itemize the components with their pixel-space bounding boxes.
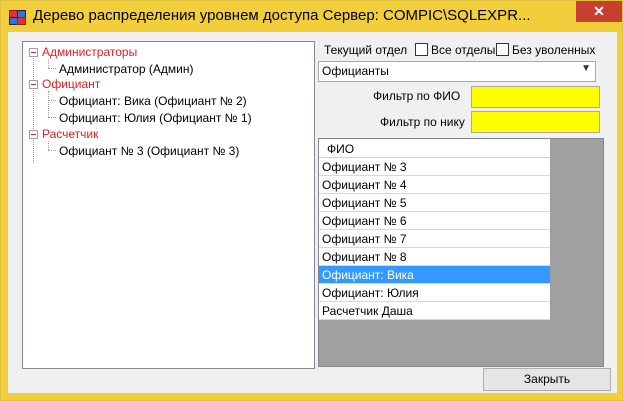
all-departments-label[interactable]: Все отделы (431, 43, 495, 57)
all-departments-checkbox[interactable] (415, 43, 428, 56)
tree-item[interactable]: Официант: Юлия (Официант № 1) (59, 111, 252, 125)
employees-grid[interactable]: ФИО Официант № 3 Официант № 4 Официант №… (318, 138, 604, 367)
chevron-down-icon[interactable]: ▼ (581, 63, 591, 74)
close-button[interactable]: Закрыть (483, 368, 611, 391)
app-icon (9, 10, 26, 25)
nick-filter-label: Фильтр по нику (380, 115, 465, 129)
grid-header-fio[interactable]: ФИО (319, 139, 550, 158)
without-fired-label[interactable]: Без уволенных (512, 43, 595, 57)
table-row[interactable]: Официант № 7 (319, 230, 550, 248)
department-select[interactable]: Официанты ▼ (318, 61, 596, 82)
collapse-icon[interactable] (29, 48, 38, 57)
department-select-value: Официанты (322, 64, 389, 78)
title-bar[interactable]: Дерево распределения уровнем доступа Сер… (1, 1, 622, 32)
nick-filter-input[interactable] (471, 111, 600, 133)
department-label: Текущий отдел (324, 43, 408, 57)
window-title: Дерево распределения уровнем доступа Сер… (33, 7, 531, 24)
fio-filter-label: Фильтр по ФИО (373, 89, 461, 103)
tree-item[interactable]: Официант № 3 (Официант № 3) (59, 144, 239, 158)
table-row-selected[interactable]: Официант: Вика (319, 266, 550, 284)
table-row[interactable]: Официант № 4 (319, 176, 550, 194)
table-row[interactable]: Официант № 3 (319, 158, 550, 176)
client-area: Администраторы Администратор (Админ) Офи… (8, 32, 617, 393)
table-row[interactable]: Официант: Юлия (319, 284, 550, 302)
tree-group-admins[interactable]: Администраторы (42, 45, 137, 59)
without-fired-checkbox[interactable] (496, 43, 509, 56)
table-row[interactable]: Официант № 5 (319, 194, 550, 212)
tree-group-waiters[interactable]: Официант (42, 77, 100, 91)
close-icon[interactable]: ✕ (576, 1, 622, 22)
collapse-icon[interactable] (29, 130, 38, 139)
main-window: Дерево распределения уровнем доступа Сер… (0, 0, 623, 401)
collapse-icon[interactable] (29, 80, 38, 89)
tree-item[interactable]: Администратор (Админ) (59, 62, 194, 76)
table-row[interactable]: Официант № 6 (319, 212, 550, 230)
table-row[interactable]: Официант № 8 (319, 248, 550, 266)
tree-group-calculators[interactable]: Расчетчик (42, 127, 98, 141)
fio-filter-input[interactable] (471, 86, 600, 108)
access-tree[interactable]: Администраторы Администратор (Админ) Офи… (22, 41, 315, 369)
tree-item[interactable]: Официант: Вика (Официант № 2) (59, 94, 247, 108)
table-row[interactable]: Расчетчик Даша (319, 302, 550, 320)
